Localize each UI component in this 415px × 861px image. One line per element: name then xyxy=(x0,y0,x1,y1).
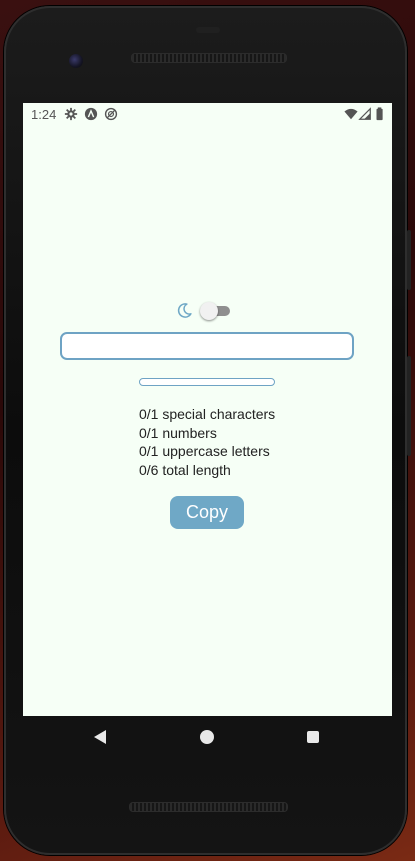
requirement-numbers: 0/1 numbers xyxy=(139,424,217,441)
recents-icon[interactable] xyxy=(307,731,319,743)
back-icon[interactable] xyxy=(94,730,106,744)
theme-toggle-row xyxy=(176,300,236,322)
app-screen: 1:24 0/1 special characters 0/1 numbers … xyxy=(23,103,392,716)
toggle-thumb xyxy=(200,302,218,320)
wifi-icon xyxy=(344,108,358,120)
home-icon[interactable] xyxy=(200,730,214,744)
volume-button xyxy=(407,356,411,456)
copy-button[interactable]: Copy xyxy=(170,496,244,529)
battery-icon xyxy=(376,107,383,121)
password-input[interactable] xyxy=(60,332,354,360)
navigation-bar xyxy=(23,716,392,760)
earpiece-speaker xyxy=(131,53,287,63)
status-time: 1:24 xyxy=(31,107,57,122)
front-camera xyxy=(69,54,83,68)
proximity-sensor xyxy=(196,27,220,33)
requirement-special-characters: 0/1 special characters xyxy=(139,406,276,422)
status-bar: 1:24 xyxy=(23,103,392,125)
requirements-list: 0/1 special characters 0/1 numbers 0/1 u… xyxy=(139,405,275,479)
dark-mode-toggle[interactable] xyxy=(200,302,230,320)
bottom-speaker xyxy=(129,802,288,812)
signal-icon xyxy=(358,107,371,120)
sync-icon xyxy=(104,107,118,121)
strength-meter xyxy=(139,378,275,386)
app-a-icon xyxy=(84,107,98,121)
settings-icon xyxy=(64,107,78,121)
moon-icon xyxy=(177,303,192,318)
power-button xyxy=(407,230,411,290)
requirement-total-length: 0/6 total length xyxy=(139,461,231,478)
requirement-uppercase-letters: 0/1 uppercase letters xyxy=(139,443,270,459)
